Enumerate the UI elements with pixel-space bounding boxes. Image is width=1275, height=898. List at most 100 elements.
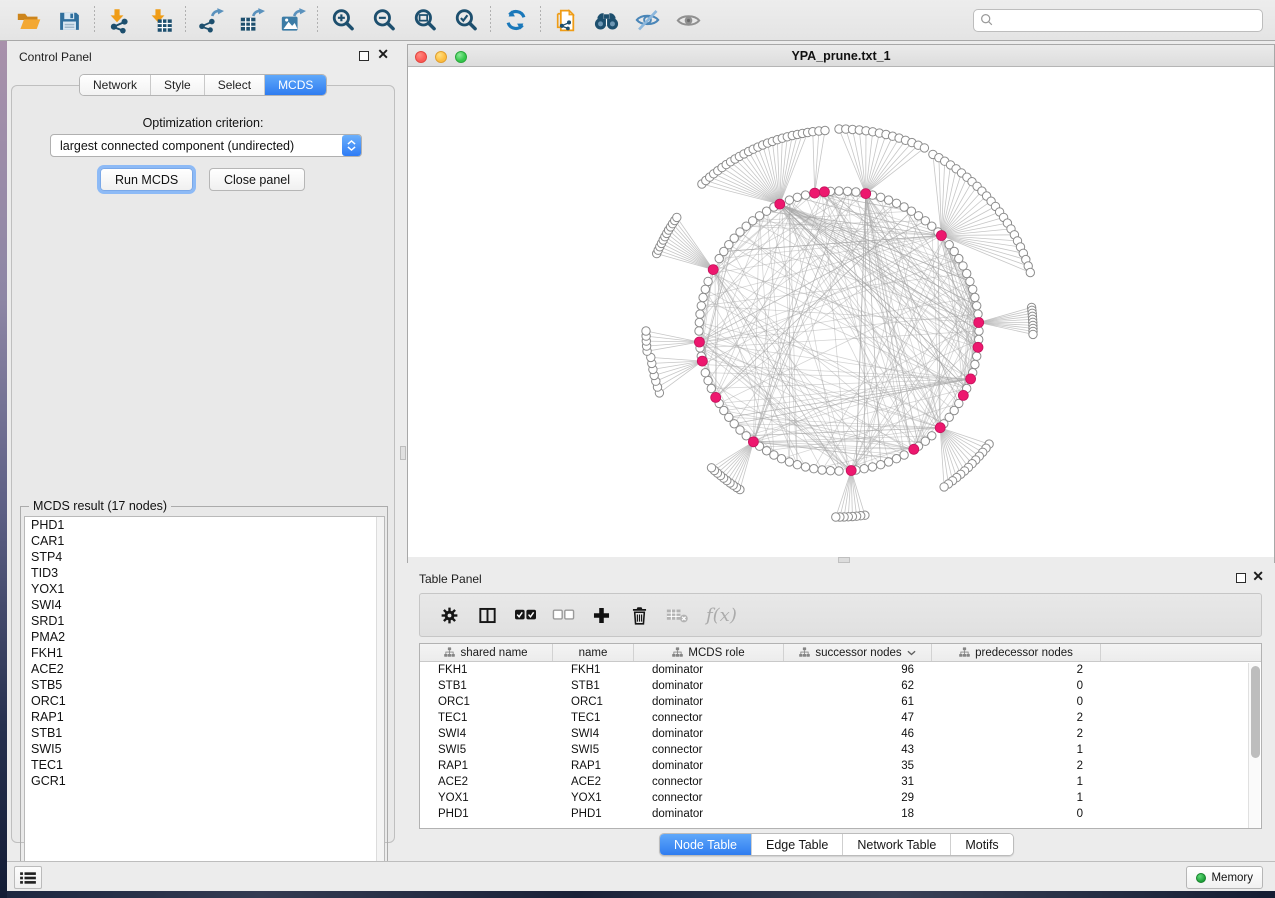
- table-cell[interactable]: PHD1: [553, 806, 634, 822]
- column-header-predecessor-nodes[interactable]: predecessor nodes: [932, 644, 1101, 661]
- table-row[interactable]: RAP1RAP1dominator352: [420, 758, 1261, 774]
- table-row[interactable]: PHD1PHD1dominator180: [420, 806, 1261, 822]
- table-cell[interactable]: 2: [932, 662, 1101, 678]
- zoom-fit-button[interactable]: [404, 1, 445, 39]
- select-all-rows-button[interactable]: [506, 595, 544, 635]
- close-panel-icon[interactable]: ✕: [1252, 568, 1264, 585]
- table-cell[interactable]: 31: [784, 774, 932, 790]
- mcds-result-item[interactable]: ORC1: [25, 693, 384, 709]
- table-cell[interactable]: dominator: [634, 806, 784, 822]
- mcds-result-item[interactable]: FKH1: [25, 645, 384, 661]
- save-session-button[interactable]: [49, 1, 90, 39]
- zoom-in-button[interactable]: [322, 1, 363, 39]
- table-cell[interactable]: 0: [932, 678, 1101, 694]
- table-cell[interactable]: ACE2: [553, 774, 634, 790]
- table-cell[interactable]: 1: [932, 742, 1101, 758]
- table-cell[interactable]: connector: [634, 742, 784, 758]
- table-cell[interactable]: 1: [932, 774, 1101, 790]
- table-cell[interactable]: 35: [784, 758, 932, 774]
- table-cell[interactable]: SWI4: [420, 726, 553, 742]
- criterion-dropdown[interactable]: largest connected component (undirected): [50, 134, 362, 157]
- export-image-button[interactable]: [272, 1, 313, 39]
- toggle-columns-button[interactable]: [468, 595, 506, 635]
- maximize-window-icon[interactable]: [455, 51, 467, 63]
- open-file-button[interactable]: [8, 1, 49, 39]
- mcds-list-scrollbar[interactable]: [376, 517, 384, 878]
- export-network-button[interactable]: [190, 1, 231, 39]
- table-cell[interactable]: STB1: [553, 678, 634, 694]
- mcds-result-item[interactable]: PHD1: [25, 517, 384, 533]
- delete-columns-button[interactable]: [620, 595, 658, 635]
- find-button[interactable]: [586, 1, 627, 39]
- table-cell[interactable]: 43: [784, 742, 932, 758]
- column-header-successor-nodes[interactable]: successor nodes: [784, 644, 932, 661]
- close-panel-button[interactable]: Close panel: [209, 168, 305, 191]
- zoom-selected-button[interactable]: [445, 1, 486, 39]
- tab-motifs[interactable]: Motifs: [951, 834, 1012, 855]
- table-cell[interactable]: dominator: [634, 758, 784, 774]
- table-cell[interactable]: RAP1: [553, 758, 634, 774]
- table-cell[interactable]: FKH1: [553, 662, 634, 678]
- table-row[interactable]: SWI5SWI5connector431: [420, 742, 1261, 758]
- mcds-result-item[interactable]: TEC1: [25, 757, 384, 773]
- table-cell[interactable]: SWI5: [553, 742, 634, 758]
- import-network-button[interactable]: [99, 1, 140, 39]
- table-cell[interactable]: 1: [932, 790, 1101, 806]
- scrollbar-thumb[interactable]: [1251, 666, 1260, 758]
- tab-network[interactable]: Network: [80, 75, 151, 95]
- table-cell[interactable]: 0: [932, 694, 1101, 710]
- table-cell[interactable]: connector: [634, 710, 784, 726]
- mcds-result-item[interactable]: GCR1: [25, 773, 384, 789]
- table-cell[interactable]: PHD1: [420, 806, 553, 822]
- mcds-result-item[interactable]: STB5: [25, 677, 384, 693]
- table-cell[interactable]: 18: [784, 806, 932, 822]
- table-cell[interactable]: 96: [784, 662, 932, 678]
- table-cell[interactable]: FKH1: [420, 662, 553, 678]
- table-row[interactable]: SWI4SWI4dominator462: [420, 726, 1261, 742]
- network-titlebar[interactable]: YPA_prune.txt_1: [408, 45, 1274, 67]
- mcds-result-item[interactable]: ACE2: [25, 661, 384, 677]
- table-row[interactable]: STB1STB1dominator620: [420, 678, 1261, 694]
- mcds-result-item[interactable]: SRD1: [25, 613, 384, 629]
- memory-button[interactable]: Memory: [1186, 866, 1263, 889]
- mcds-result-item[interactable]: TID3: [25, 565, 384, 581]
- table-cell[interactable]: 46: [784, 726, 932, 742]
- table-cell[interactable]: TEC1: [553, 710, 634, 726]
- mcds-result-item[interactable]: STB1: [25, 725, 384, 741]
- table-cell[interactable]: ORC1: [553, 694, 634, 710]
- table-row[interactable]: ACE2ACE2connector311: [420, 774, 1261, 790]
- table-cell[interactable]: connector: [634, 790, 784, 806]
- table-cell[interactable]: ACE2: [420, 774, 553, 790]
- export-table-button[interactable]: [231, 1, 272, 39]
- tab-edge-table[interactable]: Edge Table: [752, 834, 843, 855]
- tab-style[interactable]: Style: [151, 75, 205, 95]
- table-cell[interactable]: YOX1: [553, 790, 634, 806]
- table-cell[interactable]: 47: [784, 710, 932, 726]
- float-panel-icon[interactable]: [359, 51, 369, 61]
- table-cell[interactable]: 2: [932, 726, 1101, 742]
- table-cell[interactable]: 0: [932, 806, 1101, 822]
- table-row[interactable]: YOX1YOX1connector291: [420, 790, 1261, 806]
- table-cell[interactable]: 61: [784, 694, 932, 710]
- splitter-grip[interactable]: [400, 446, 406, 460]
- search-input[interactable]: [994, 11, 1256, 29]
- table-cell[interactable]: 2: [932, 758, 1101, 774]
- table-cell[interactable]: 2: [932, 710, 1101, 726]
- table-cell[interactable]: dominator: [634, 662, 784, 678]
- minimize-window-icon[interactable]: [435, 51, 447, 63]
- float-panel-icon[interactable]: [1236, 573, 1246, 583]
- mcds-result-item[interactable]: SWI5: [25, 741, 384, 757]
- table-scrollbar[interactable]: [1248, 663, 1260, 829]
- tab-node-table[interactable]: Node Table: [660, 834, 752, 855]
- mcds-result-item[interactable]: PMA2: [25, 629, 384, 645]
- table-cell[interactable]: dominator: [634, 678, 784, 694]
- tab-network-table[interactable]: Network Table: [843, 834, 951, 855]
- mcds-result-item[interactable]: RAP1: [25, 709, 384, 725]
- column-header-shared-name[interactable]: shared name: [420, 644, 553, 661]
- table-cell[interactable]: TEC1: [420, 710, 553, 726]
- table-cell[interactable]: dominator: [634, 726, 784, 742]
- table-cell[interactable]: 62: [784, 678, 932, 694]
- table-cell[interactable]: RAP1: [420, 758, 553, 774]
- table-row[interactable]: TEC1TEC1connector472: [420, 710, 1261, 726]
- network-canvas[interactable]: [408, 67, 1274, 557]
